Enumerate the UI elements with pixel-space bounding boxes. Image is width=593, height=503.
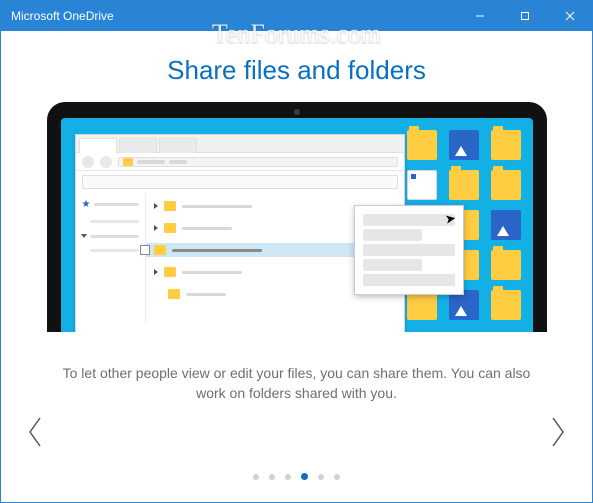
desktop-folder-icon (491, 130, 521, 160)
window-title: Microsoft OneDrive (11, 9, 114, 23)
cursor-icon: ➤ (443, 210, 457, 228)
pager-dot[interactable] (318, 474, 324, 480)
minimize-button[interactable] (457, 1, 502, 31)
titlebar: Microsoft OneDrive (1, 1, 592, 31)
onboarding-slide: Share files and folders (1, 31, 592, 403)
desktop-folder-icon (449, 170, 479, 200)
next-slide-button[interactable] (542, 402, 574, 462)
explorer-window-illustration: ★ ➤ (75, 134, 405, 332)
close-button[interactable] (547, 1, 592, 31)
pager-dot[interactable] (269, 474, 275, 480)
slide-illustration: ★ ➤ (47, 102, 547, 332)
pager-dot[interactable] (334, 474, 340, 480)
maximize-button[interactable] (502, 1, 547, 31)
desktop-folder-icon (491, 250, 521, 280)
pager-dot[interactable] (253, 474, 259, 480)
desktop-document-icon (407, 170, 437, 200)
desktop-image-icon (491, 210, 521, 240)
desktop-image-icon (449, 130, 479, 160)
previous-slide-button[interactable] (19, 402, 51, 462)
desktop-folder-icon (491, 290, 521, 320)
slide-description: To let other people view or edit your fi… (57, 364, 537, 403)
slide-pager (1, 473, 592, 480)
pager-dot[interactable] (285, 474, 291, 480)
desktop-folder-icon (407, 130, 437, 160)
slide-heading: Share files and folders (167, 55, 426, 86)
pager-dot[interactable] (301, 473, 308, 480)
desktop-folder-icon (491, 170, 521, 200)
